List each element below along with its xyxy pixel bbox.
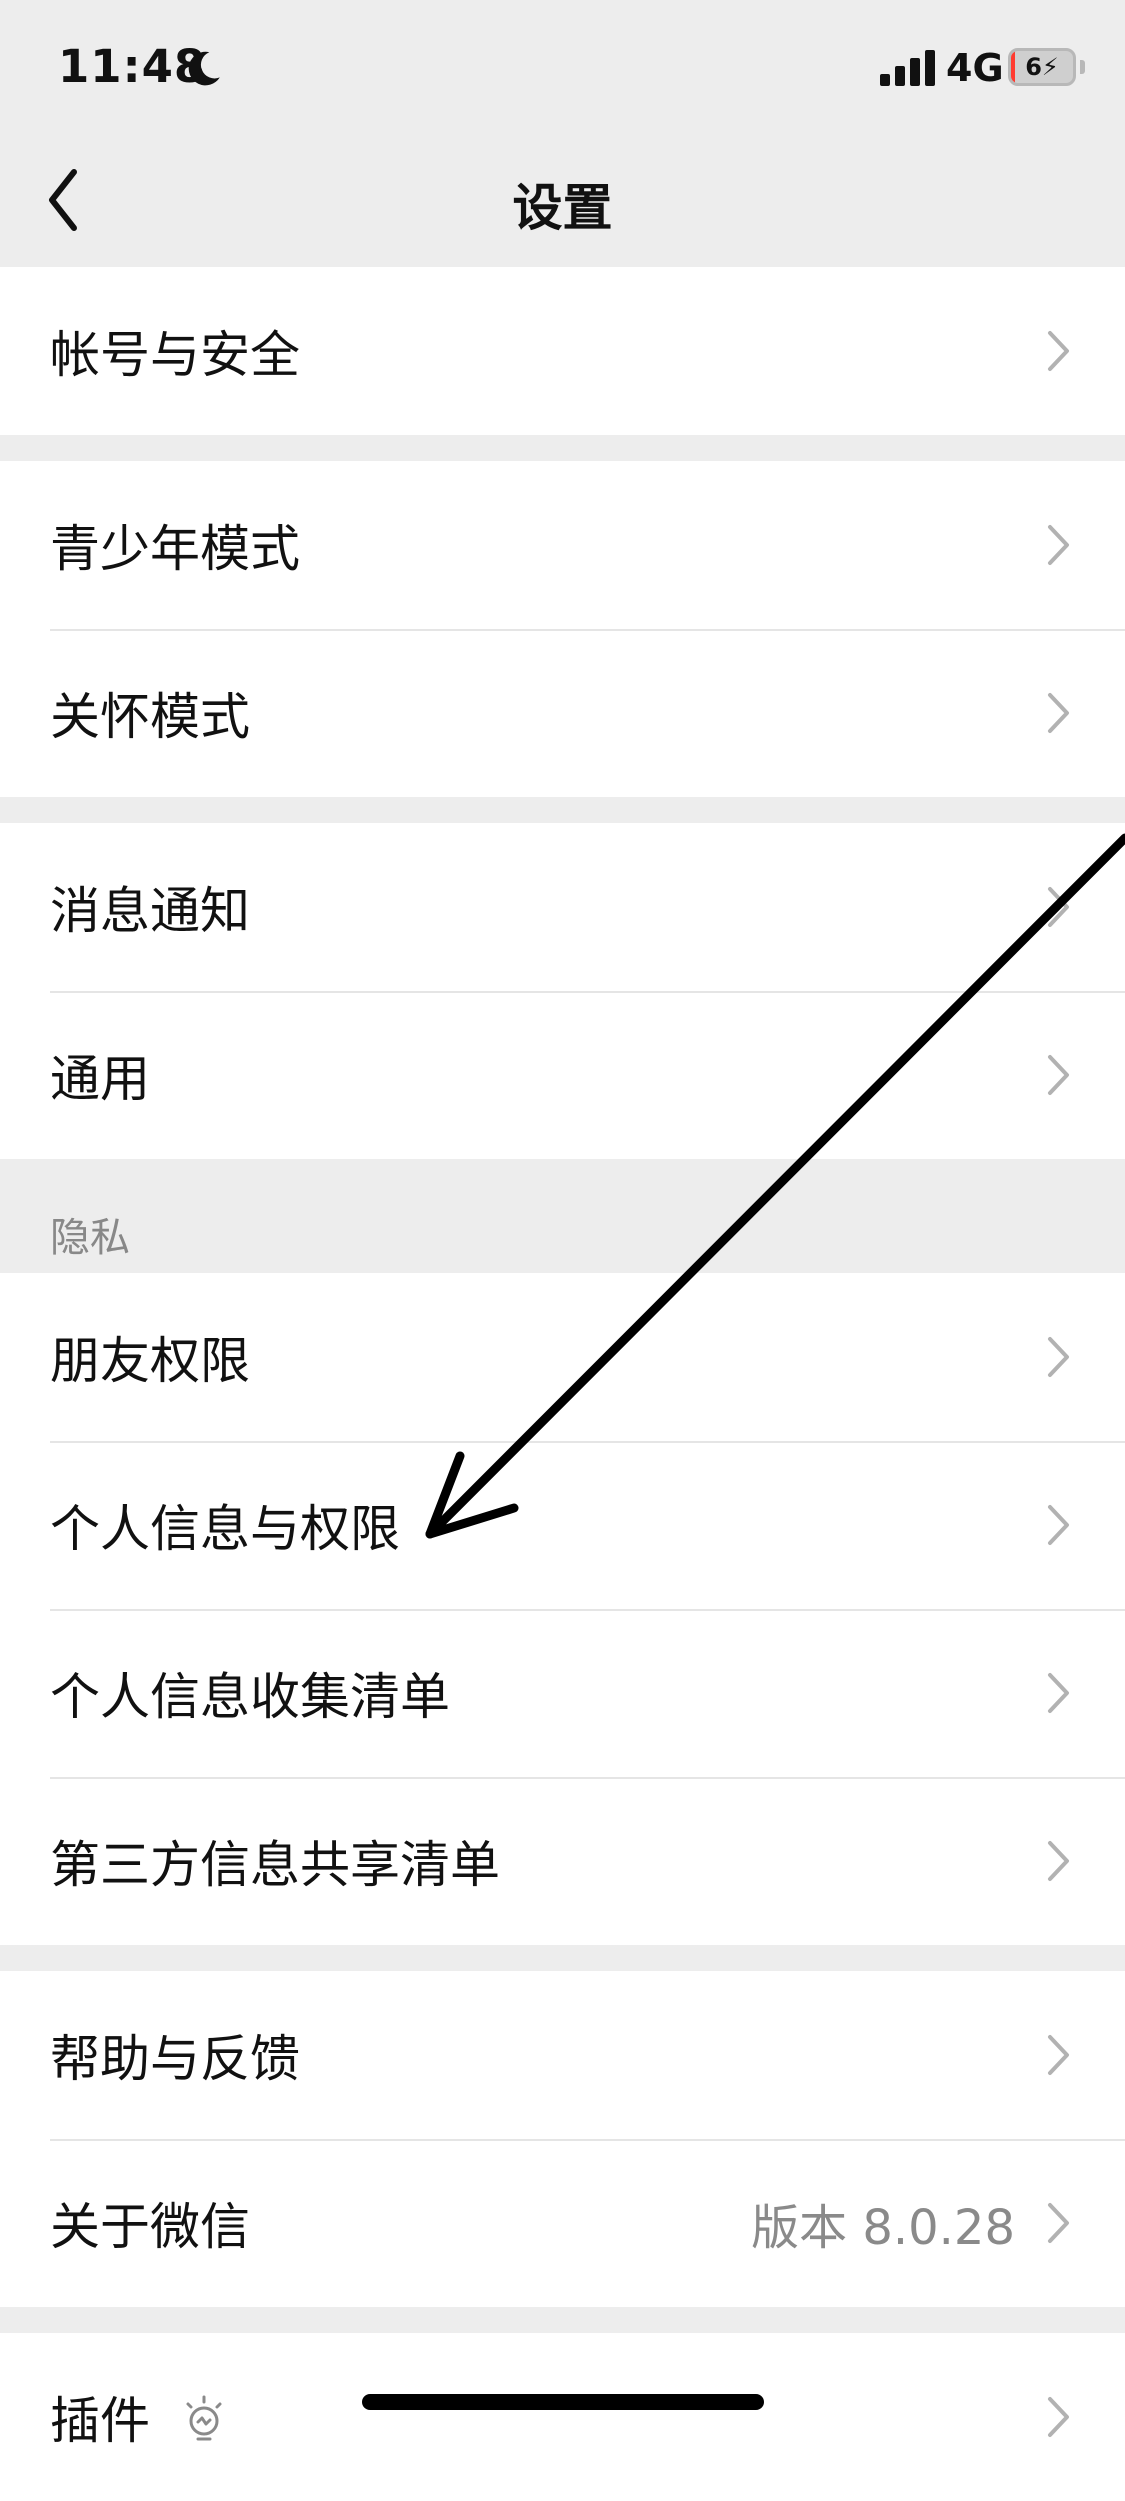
settings-row-label: 青少年模式 <box>50 520 300 578</box>
chevron-right-icon <box>1048 2397 1069 2437</box>
settings-row[interactable]: 帮助与反馈 <box>0 1971 1125 2139</box>
settings-row-label: 第三方信息共享清单 <box>50 1836 500 1894</box>
settings-row[interactable]: 帐号与安全 <box>0 267 1125 435</box>
settings-row[interactable]: 关怀模式 <box>0 629 1125 797</box>
settings-row[interactable]: 青少年模式 <box>0 461 1125 629</box>
chevron-right-icon <box>1048 331 1069 371</box>
group-gap <box>0 435 1125 461</box>
group-gap <box>0 797 1125 823</box>
settings-row-label: 个人信息与权限 <box>50 1500 400 1558</box>
chevron-right-icon <box>1048 525 1069 565</box>
nav-bar: 设置 <box>0 132 1125 267</box>
settings-row-label: 消息通知 <box>50 882 250 940</box>
chevron-right-icon <box>1048 1841 1069 1881</box>
settings-group: 青少年模式 关怀模式 <box>0 461 1125 797</box>
chevron-right-icon <box>1048 887 1069 927</box>
chevron-right-icon <box>1048 1337 1069 1377</box>
settings-row[interactable]: 个人信息收集清单 <box>0 1609 1125 1777</box>
settings-list: 帐号与安全青少年模式关怀模式消息通知通用隐私朋友权限个人信息与权限 个人信息收集清… <box>0 267 1125 2501</box>
settings-row-label: 朋友权限 <box>50 1332 250 1390</box>
section-header-label: 隐私 <box>50 1215 130 1261</box>
settings-row[interactable]: 通用 <box>0 991 1125 1159</box>
settings-row-label: 帐号与安全 <box>50 326 300 384</box>
settings-row-label: 帮助与反馈 <box>50 2030 300 2088</box>
signal-icon <box>880 50 935 86</box>
home-indicator[interactable] <box>362 2394 764 2410</box>
settings-row[interactable]: 个人信息与权限 <box>0 1441 1125 1609</box>
chevron-right-icon <box>1048 1673 1069 1713</box>
battery-tip <box>1080 60 1085 74</box>
settings-group: 插件 <box>0 2333 1125 2501</box>
moon-icon <box>188 51 220 86</box>
settings-row-value: 版本 8.0.28 <box>751 2200 1015 2256</box>
settings-row[interactable]: 第三方信息共享清单 <box>0 1777 1125 1945</box>
settings-group: 帮助与反馈关于微信 版本 8.0.28 <box>0 1971 1125 2307</box>
chevron-right-icon <box>1048 1505 1069 1545</box>
network-label: 4G <box>946 46 1004 90</box>
chevron-right-icon <box>1048 2203 1069 2243</box>
settings-row[interactable]: 插件 <box>0 2333 1125 2501</box>
chevron-right-icon <box>1048 693 1069 733</box>
chevron-right-icon <box>1048 2035 1069 2075</box>
settings-row[interactable]: 关于微信 版本 8.0.28 <box>0 2139 1125 2307</box>
battery-icon: 6⚡ <box>1008 48 1076 86</box>
settings-group: 帐号与安全 <box>0 267 1125 435</box>
settings-row-label: 插件 <box>50 2392 150 2450</box>
battery-level: 6⚡ <box>1025 53 1059 81</box>
settings-row-label: 个人信息收集清单 <box>50 1668 450 1726</box>
settings-row-label: 通用 <box>50 1050 150 1108</box>
lightbulb-icon <box>186 2395 222 2441</box>
group-gap <box>0 1945 1125 1971</box>
status-bar: 11:48 4G 6⚡ <box>0 0 1125 132</box>
chevron-right-icon <box>1048 1055 1069 1095</box>
group-gap <box>0 2307 1125 2333</box>
charging-bolt-icon: ⚡ <box>1041 53 1059 81</box>
settings-row-label: 关怀模式 <box>50 688 250 746</box>
settings-row[interactable]: 消息通知 <box>0 823 1125 991</box>
page-title: 设置 <box>512 179 613 237</box>
settings-group: 消息通知 通用 <box>0 823 1125 1159</box>
settings-group: 朋友权限个人信息与权限 个人信息收集清单 第三方信息共享清单 <box>0 1273 1125 1945</box>
section-header: 隐私 <box>0 1159 1125 1273</box>
settings-row[interactable]: 朋友权限 <box>0 1273 1125 1441</box>
settings-row-label: 关于微信 <box>50 2198 250 2256</box>
